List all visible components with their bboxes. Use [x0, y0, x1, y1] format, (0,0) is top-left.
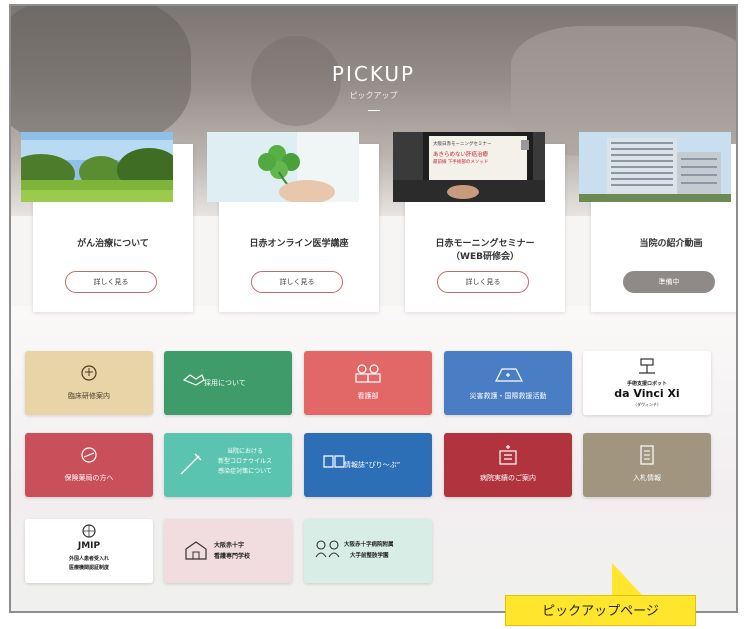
photo-text: あきらめない肝癌治療: [433, 150, 489, 158]
globe-hands-icon: [25, 523, 153, 539]
card-online-lecture[interactable]: 日赤オンライン医学講座 詳しく見る: [207, 132, 379, 312]
tile-da-vinci[interactable]: 手術支援ロボット da Vinci Xi （ダヴィンチ）: [583, 351, 711, 415]
stethoscope-icon: [25, 363, 153, 383]
card-title: 日赤オンライン医学講座: [249, 239, 349, 249]
section-title: PICKUP: [331, 62, 416, 86]
tile-covid-measures[interactable]: 当院における 新型コロナウイルス 感染症対策について: [164, 433, 292, 497]
tile-recruitment[interactable]: 採用について: [164, 351, 292, 415]
tile-nursing-school[interactable]: 大阪赤十字 看護専門学校: [164, 519, 292, 583]
relief-tent-icon: [444, 363, 572, 383]
tile-label: 大阪赤十字 看護専門学校: [214, 542, 251, 560]
tile-small-label: 手術支援ロボット: [626, 381, 667, 387]
card-title-line1: 日赤モーニングセミナー: [435, 239, 535, 249]
school-icon: [184, 539, 208, 563]
pills-icon: [25, 445, 153, 465]
tile-label-line1: 外国人患者受入れ: [68, 556, 109, 562]
tile-bid-info[interactable]: 入札情報: [583, 433, 711, 497]
park-photo: [21, 132, 173, 202]
section-subtitle: ピックアップ: [349, 91, 398, 100]
laptop-photo: 大阪日赤モーニングセミナー あきらめない肝癌治療 最前線 下手術部のメソッド: [393, 132, 545, 202]
tile-disaster-relief[interactable]: 災害救護・国際救援活動: [444, 351, 572, 415]
clover-photo: [207, 132, 359, 202]
tile-label: 入札情報: [633, 474, 661, 482]
tile-label: 臨床研修案内: [68, 392, 110, 400]
document-icon: [583, 445, 711, 465]
robot-arm-icon: [583, 357, 711, 377]
card-title: がん治療について: [77, 239, 149, 249]
tile-label: 情報誌“ぴり〜ぷ”: [344, 461, 401, 469]
hospital-building-photo: [579, 132, 731, 202]
tile-otemae-school[interactable]: 大阪赤十字病院附属 大手前整肢学園: [304, 519, 432, 583]
tile-magazine[interactable]: 情報誌“ぴり〜ぷ”: [304, 433, 432, 497]
book-icon: [322, 453, 346, 473]
details-button[interactable]: 詳しく見る: [437, 271, 529, 293]
tile-jmip[interactable]: JMIP 外国人患者受入れ 医療機関認証制度: [25, 519, 153, 583]
pickup-page-callout: ピックアップページ: [505, 595, 696, 626]
title-divider: [368, 110, 380, 111]
nurses-icon: [304, 363, 432, 383]
tile-nursing-dept[interactable]: 看護部: [304, 351, 432, 415]
tile-clinical-training[interactable]: 臨床研修案内: [25, 351, 153, 415]
tile-label: 採用について: [204, 379, 246, 387]
syringe-icon: [178, 451, 204, 479]
tile-label: 保険薬局の方へ: [64, 474, 114, 482]
tile-label: 当院における 新型コロナウイルス 感染症対策について: [217, 448, 272, 475]
children-icon: [314, 539, 342, 561]
card-title: 日赤モーニングセミナー （WEB研修会）: [405, 238, 565, 264]
details-button[interactable]: 詳しく見る: [251, 271, 343, 293]
card-hospital-video[interactable]: 当院の紹介動画 準備中: [579, 132, 736, 312]
callout-pointer: [612, 563, 642, 595]
tile-label: 病院実績のご案内: [480, 474, 536, 482]
photo-text: 最前線 下手術部のメソッド: [433, 158, 488, 165]
card-title: 当院の紹介動画: [639, 239, 703, 249]
handshake-icon: [182, 371, 206, 391]
tile-label-line2: 医療機関認証制度: [68, 565, 109, 571]
hospital-icon: [444, 445, 572, 465]
photo-text: 大阪日赤モーニングセミナー: [433, 140, 492, 147]
tile-big-label: da Vinci Xi: [614, 387, 680, 400]
preparing-button[interactable]: 準備中: [623, 271, 715, 293]
tile-label: 看護部: [357, 392, 379, 400]
card-morning-seminar[interactable]: 大阪日赤モーニングセミナー あきらめない肝癌治療 最前線 下手術部のメソッド 日…: [393, 132, 565, 312]
tile-big-label: JMIP: [77, 541, 101, 551]
details-button[interactable]: 詳しく見る: [65, 271, 157, 293]
tile-label: 災害救護・国際救援活動: [469, 392, 547, 400]
card-title-line2: （WEB研修会）: [451, 252, 519, 262]
card-cancer-treatment[interactable]: がん治療について 詳しく見る: [21, 132, 193, 312]
tile-hospital-results[interactable]: 病院実績のご案内: [444, 433, 572, 497]
tile-insurance-pharmacy[interactable]: 保険薬局の方へ: [25, 433, 153, 497]
tile-label: 大阪赤十字病院附属 大手前整肢学園: [344, 542, 394, 559]
page-frame: PICKUP ピックアップ がん治療について 詳しく見る 日赤オンライン医学講座…: [9, 4, 738, 613]
tile-kana-label: （ダヴィンチ）: [633, 402, 661, 407]
